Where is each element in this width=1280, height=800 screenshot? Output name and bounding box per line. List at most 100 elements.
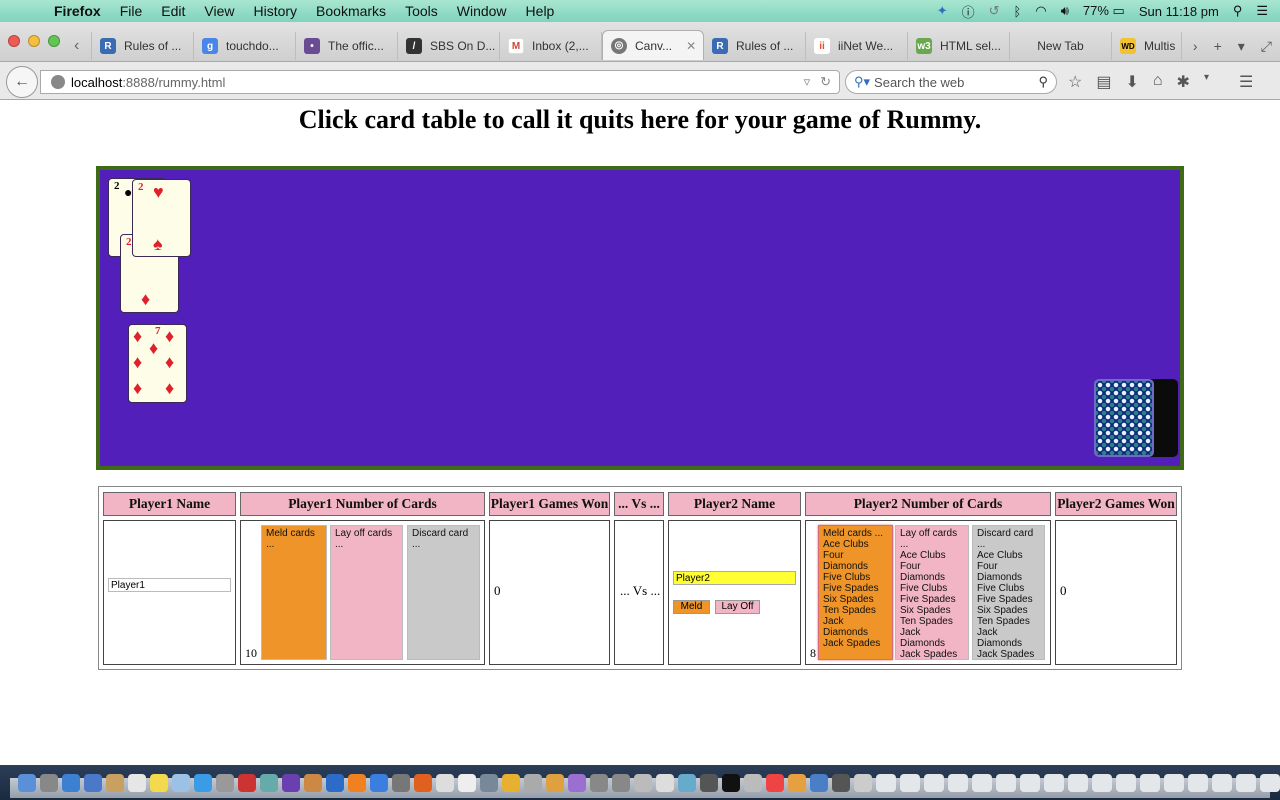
dock-app-icon[interactable] (722, 774, 740, 792)
dock-app-icon[interactable] (832, 774, 850, 792)
select-option[interactable]: Discard card ... (412, 528, 475, 550)
dock-app-icon[interactable] (678, 774, 696, 792)
select-option[interactable]: Jack Spades (900, 649, 964, 659)
list-all-tabs-icon[interactable]: ▾ (1238, 38, 1245, 55)
close-tab-icon[interactable]: ✕ (686, 39, 696, 53)
dock-app-icon[interactable] (502, 774, 520, 792)
dock-app-icon[interactable] (590, 774, 608, 792)
home-icon[interactable]: ⌂ (1153, 72, 1163, 92)
back-button[interactable]: ← (6, 66, 38, 98)
downloads-icon[interactable]: ⬇ (1125, 72, 1138, 92)
menu-app-firefox[interactable]: Firefox (54, 3, 101, 19)
clock[interactable]: Sun 11:18 pm (1139, 4, 1219, 19)
select-option[interactable]: Jack Diamonds (977, 627, 1040, 649)
zoom-window-button[interactable] (48, 35, 60, 47)
select-option[interactable]: Five Clubs (900, 583, 964, 594)
dock-minimized-window-icon[interactable] (1212, 774, 1232, 792)
menu-bookmarks[interactable]: Bookmarks (316, 3, 386, 19)
addon-dropdown-icon[interactable]: ▾ (1204, 72, 1209, 92)
dock-app-icon[interactable] (634, 774, 652, 792)
dock-app-icon[interactable] (304, 774, 322, 792)
player2-discard-select[interactable]: Discard card ... Ace Clubs Four Diamonds Fi… (972, 525, 1045, 660)
scroll-tabs-right-icon[interactable]: › (1193, 38, 1198, 55)
spotlight-icon[interactable]: ⚲ (1233, 3, 1243, 19)
wifi-icon[interactable]: ◠ (1035, 3, 1046, 19)
dock-app-icon[interactable] (238, 774, 256, 792)
select-option[interactable]: Five Spades (977, 594, 1040, 605)
fullscreen-icon[interactable]: ⤢ (1261, 38, 1272, 55)
dock-app-icon[interactable] (326, 774, 344, 792)
lay-off-button[interactable]: Lay Off (715, 600, 760, 614)
dock-app-icon[interactable] (62, 774, 80, 792)
tab[interactable]: M Inbox (2,... (500, 32, 602, 60)
dock-app-icon[interactable] (392, 774, 410, 792)
search-bar[interactable]: ⚲▾ Search the web ⚲ (845, 70, 1057, 94)
search-engine-icon[interactable]: ⚲▾ (854, 74, 870, 90)
dock-app-icon[interactable] (40, 774, 58, 792)
select-option[interactable]: Discard card ... (977, 528, 1040, 550)
select-option[interactable]: Ten Spades (823, 605, 888, 616)
select-option[interactable]: Four Diamonds (823, 550, 888, 572)
select-option[interactable]: Ace Clubs (977, 550, 1040, 561)
select-option[interactable]: Jack Spades (823, 638, 888, 649)
minimize-window-button[interactable] (28, 35, 40, 47)
menu-tools[interactable]: Tools (405, 3, 438, 19)
dock-app-icon[interactable] (370, 774, 388, 792)
dock-app-icon[interactable] (766, 774, 784, 792)
dock-app-icon[interactable] (128, 774, 146, 792)
dock-app-icon[interactable] (480, 774, 498, 792)
dock-minimized-window-icon[interactable] (900, 774, 920, 792)
site-identity-icon[interactable] (51, 75, 65, 89)
close-window-button[interactable] (8, 35, 20, 47)
select-option[interactable]: Jack Diamonds (823, 616, 888, 638)
dock-minimized-window-icon[interactable] (924, 774, 944, 792)
tab[interactable]: R Rules of ... (704, 32, 806, 60)
dock-app-icon[interactable] (18, 774, 36, 792)
scroll-tabs-left-button[interactable]: ‹ (70, 32, 92, 60)
dock-app-icon[interactable] (348, 774, 366, 792)
notification-center-icon[interactable]: ☰ (1256, 3, 1268, 19)
player1-name-input[interactable] (108, 578, 231, 592)
dock-minimized-window-icon[interactable] (996, 774, 1016, 792)
dock-minimized-window-icon[interactable] (972, 774, 992, 792)
select-option[interactable]: Jack Diamonds (900, 627, 964, 649)
dock-minimized-window-icon[interactable] (876, 774, 896, 792)
battery-status[interactable]: 77% ▭ (1083, 3, 1125, 19)
select-option[interactable]: Lay off cards ... (900, 528, 964, 550)
new-tab-icon[interactable]: + (1214, 38, 1222, 55)
dock-app-icon[interactable] (458, 774, 476, 792)
dock-app-icon[interactable] (216, 774, 234, 792)
menu-file[interactable]: File (120, 3, 143, 19)
select-option[interactable]: Four Diamonds (977, 561, 1040, 583)
select-option[interactable]: Meld cards ... (266, 528, 322, 550)
menu-edit[interactable]: Edit (161, 3, 185, 19)
playing-card-2-hearts[interactable]: 2 ♥ ♠ (132, 179, 191, 257)
dock-minimized-window-icon[interactable] (1164, 774, 1184, 792)
dock-minimized-window-icon[interactable] (1044, 774, 1064, 792)
dock-minimized-window-icon[interactable] (1116, 774, 1136, 792)
tab[interactable]: g touchdo... (194, 32, 296, 60)
select-option[interactable]: Jack Spades (977, 649, 1040, 659)
volume-icon[interactable]: 🔊︎ (1061, 3, 1069, 19)
draw-pile-card-back[interactable] (1094, 379, 1154, 457)
select-option[interactable]: Ace Clubs (823, 539, 888, 550)
select-option[interactable]: Five Clubs (823, 572, 888, 583)
dock-app-icon[interactable] (810, 774, 828, 792)
player1-layoff-select[interactable]: Lay off cards ... (330, 525, 403, 660)
dock-app-icon[interactable] (436, 774, 454, 792)
menu-help[interactable]: Help (526, 3, 555, 19)
bookmarks-menu-icon[interactable]: ▤ (1096, 72, 1111, 92)
tab[interactable]: / SBS On D... (398, 32, 500, 60)
dock-app-icon[interactable] (612, 774, 630, 792)
dock-app-icon[interactable] (282, 774, 300, 792)
card-table-canvas[interactable]: 2 ● 2 ♦ 2 ♥ ♠ 7 ♦ ♦ ♦ ♦ ♦ ♦ ♦ (96, 166, 1184, 470)
tab[interactable]: WD Multis (1112, 32, 1182, 60)
dock-minimized-window-icon[interactable] (1236, 774, 1256, 792)
select-option[interactable]: Ten Spades (977, 616, 1040, 627)
select-option[interactable]: Five Spades (900, 594, 964, 605)
dock-app-icon[interactable] (172, 774, 190, 792)
dock-minimized-window-icon[interactable] (1260, 774, 1280, 792)
reload-icon[interactable]: ↻ (820, 74, 831, 90)
dock-app-icon[interactable] (656, 774, 674, 792)
select-option[interactable]: Meld cards ... (823, 528, 888, 539)
